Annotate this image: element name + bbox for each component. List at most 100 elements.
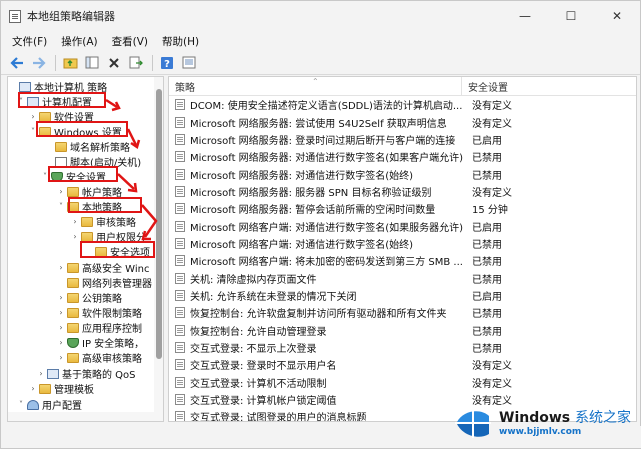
list-header: 策略 ⌃ 安全设置: [169, 77, 636, 96]
menu-view[interactable]: 查看(V): [105, 34, 155, 49]
close-button[interactable]: ✕: [594, 1, 640, 31]
delete-icon[interactable]: [104, 53, 124, 73]
policy-name: 恢复控制台: 允许软盘复制并访问所有驱动器和所有文件夹: [190, 309, 447, 321]
policy-name: Microsoft 网络客户端: 对通信进行数字签名(始终): [190, 239, 414, 251]
policy-row[interactable]: Microsoft 网络客户端: 对通信进行数字签名(如果服务器允许) 已启用: [169, 217, 636, 234]
policy-row[interactable]: Microsoft 网络客户端: 将未加密的密码发送到第三方 SMB ... 已禁…: [169, 252, 636, 269]
policy-row[interactable]: 交互式登录: 计算机不活动限制 没有定义: [169, 374, 636, 391]
policy-setting: 已禁用: [472, 239, 502, 251]
policy-row[interactable]: DCOM: 使用安全描述符定义语言(SDDL)语法的计算机启动... 没有定义: [169, 96, 636, 113]
policy-row[interactable]: Microsoft 网络服务器: 暂停会话前所需的空闲时间数量 15 分钟: [169, 200, 636, 217]
policy-row[interactable]: Microsoft 网络客户端: 对通信进行数字签名(始终) 已禁用: [169, 235, 636, 252]
policy-list: DCOM: 使用安全描述符定义语言(SDDL)语法的计算机启动... 没有定义 Mi…: [169, 96, 636, 422]
policy-icon: [175, 151, 185, 163]
tree-item[interactable]: › 高级审核策略: [56, 350, 142, 365]
expand-chevron-icon[interactable]: ›: [56, 293, 66, 302]
policy-name: DCOM: 使用安全描述符定义语言(SDDL)语法的计算机启动...: [190, 101, 463, 113]
expand-chevron-icon[interactable]: ˅: [16, 400, 26, 409]
tree-item-label: 应用程序控制: [82, 324, 142, 335]
policy-icon: [175, 289, 185, 301]
show-hide-tree-icon[interactable]: [82, 53, 102, 73]
policy-setting: 已禁用: [472, 274, 502, 286]
policy-setting: 没有定义: [472, 361, 512, 373]
column-header-policy[interactable]: 策略 ⌃: [169, 77, 462, 95]
menu-help[interactable]: 帮助(H): [155, 34, 206, 49]
policy-row[interactable]: Microsoft 网络服务器: 对通信进行数字签名(如果客户端允许) 已禁用: [169, 148, 636, 165]
policy-setting: 没有定义: [472, 101, 512, 113]
policy-row[interactable]: Microsoft 网络服务器: 服务器 SPN 目标名称验证级别 没有定义: [169, 183, 636, 200]
policy-row[interactable]: Microsoft 网络服务器: 尝试使用 S4U2Self 获取声明信息 没有定…: [169, 113, 636, 130]
expand-chevron-icon[interactable]: ›: [28, 384, 38, 393]
tree-item[interactable]: › 基于策略的 QoS: [36, 366, 136, 381]
policy-icon: [175, 272, 185, 284]
tree-item[interactable]: ˅ 用户配置: [16, 397, 82, 412]
policy-icon: [175, 411, 185, 421]
maximize-button[interactable]: ☐: [548, 1, 594, 31]
sort-indicator-icon: ⌃: [312, 77, 319, 86]
shield-icon: [67, 337, 79, 348]
policy-setting: 没有定义: [472, 187, 512, 199]
policy-icon: [175, 116, 185, 128]
forward-icon[interactable]: [29, 53, 49, 73]
policy-name: 恢复控制台: 允许自动管理登录: [190, 326, 327, 338]
column-header-setting[interactable]: 安全设置: [462, 79, 508, 94]
tree-item[interactable]: › 软件限制策略: [56, 305, 142, 320]
tree-item[interactable]: › 公钥策略: [56, 290, 122, 305]
tree-item-label: 公钥策略: [82, 294, 122, 305]
tree-item-label: 软件限制策略: [82, 309, 142, 320]
folder-icon: [67, 277, 79, 288]
policy-setting: 已启用: [472, 135, 502, 147]
policy-setting: 已禁用: [472, 170, 502, 182]
expand-chevron-icon[interactable]: ›: [36, 369, 46, 378]
expand-chevron-icon[interactable]: ›: [56, 338, 66, 347]
step-arrows: [105, 98, 158, 241]
policy-icon: [175, 394, 185, 406]
title-bar: 本地组策略编辑器 — ☐ ✕: [1, 1, 640, 31]
properties-icon[interactable]: [179, 53, 199, 73]
tree-item-label: 用户配置: [42, 401, 82, 412]
up-folder-icon[interactable]: [60, 53, 80, 73]
policy-row[interactable]: Microsoft 网络服务器: 登录时间过期后断开与客户端的连接 已启用: [169, 131, 636, 148]
tree-item[interactable]: 网络列表管理器: [56, 275, 152, 290]
tree-item[interactable]: › 应用程序控制: [56, 320, 142, 335]
policy-list-pane: 策略 ⌃ 安全设置 DCOM: 使用安全描述符定义语言(SDDL)语法的计算机启…: [168, 76, 637, 422]
back-icon[interactable]: [7, 53, 27, 73]
policy-name: Microsoft 网络服务器: 登录时间过期后断开与客户端的连接: [190, 135, 456, 147]
export-icon[interactable]: [126, 53, 146, 73]
tree-horizontal-scrollbar[interactable]: [8, 412, 156, 421]
policy-row[interactable]: Microsoft 网络服务器: 对通信进行数字签名(始终) 已禁用: [169, 165, 636, 182]
expand-chevron-icon[interactable]: ›: [56, 323, 66, 332]
policy-name: 交互式登录: 不显示上次登录: [190, 343, 317, 355]
policy-setting: 15 分钟: [472, 205, 508, 217]
console-tree: ›软件设置˅用户配置›管理模板›基于策略的 QoS›高级审核策略›IP 安全策略…: [7, 76, 164, 422]
policy-icon: [175, 307, 185, 319]
policy-name: Microsoft 网络服务器: 对通信进行数字签名(如果客户端允许): [190, 153, 464, 165]
tree-item[interactable]: › 管理模板: [28, 381, 94, 396]
tree-item-label: 管理模板: [54, 385, 94, 396]
toolbar: ?: [1, 51, 640, 75]
tree-item-label: IP 安全策略，: [82, 339, 145, 350]
policy-row[interactable]: 恢复控制台: 允许自动管理登录 已禁用: [169, 321, 636, 338]
expand-chevron-icon[interactable]: ›: [56, 308, 66, 317]
menu-action[interactable]: 操作(A): [54, 34, 104, 49]
policy-name: 交互式登录: 试图登录的用户的消息标题: [190, 413, 367, 422]
gpedit-window: 本地组策略编辑器 — ☐ ✕ 文件(F) 操作(A) 查看(V) 帮助(H) ?…: [0, 0, 641, 449]
help-icon[interactable]: ?: [157, 53, 177, 73]
policy-name: Microsoft 网络客户端: 将未加密的密码发送到第三方 SMB ...: [190, 257, 463, 269]
policy-row[interactable]: 关机: 清除虚拟内存页面文件 已禁用: [169, 269, 636, 286]
policy-setting: 已启用: [472, 222, 502, 234]
policy-icon: [175, 168, 185, 180]
policy-name: 交互式登录: 计算机帐户锁定阈值: [190, 396, 337, 408]
tree-item[interactable]: › IP 安全策略，: [56, 335, 144, 350]
policy-row[interactable]: 交互式登录: 不显示上次登录 已禁用: [169, 339, 636, 356]
policy-name: Microsoft 网络服务器: 对通信进行数字签名(始终): [190, 170, 414, 182]
expand-chevron-icon[interactable]: ›: [56, 353, 66, 362]
policy-name: 关机: 允许系统在未登录的情况下关闭: [190, 291, 357, 303]
menu-file[interactable]: 文件(F): [5, 34, 54, 49]
policy-row[interactable]: 关机: 允许系统在未登录的情况下关闭 已启用: [169, 287, 636, 304]
minimize-button[interactable]: —: [502, 1, 548, 31]
policy-row[interactable]: 交互式登录: 登录时不显示用户名 没有定义: [169, 356, 636, 373]
policy-setting: 已禁用: [472, 326, 502, 338]
policy-icon: [175, 133, 185, 145]
policy-row[interactable]: 恢复控制台: 允许软盘复制并访问所有驱动器和所有文件夹 已禁用: [169, 304, 636, 321]
